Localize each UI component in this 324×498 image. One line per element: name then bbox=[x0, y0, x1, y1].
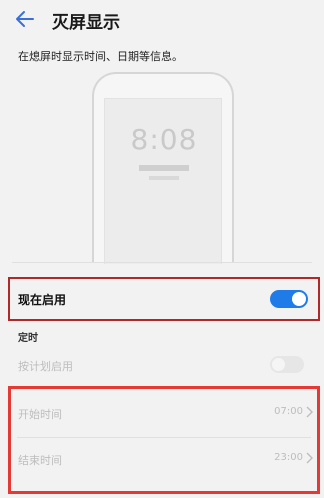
phone-screen: 8:08 bbox=[104, 98, 222, 264]
divider bbox=[17, 437, 311, 438]
start-time-label: 开始时间 bbox=[18, 408, 62, 421]
toggle-knob bbox=[292, 292, 306, 306]
chevron-right-icon bbox=[306, 452, 313, 464]
schedule-enable-toggle[interactable] bbox=[270, 356, 304, 373]
start-time-value: 07:00 bbox=[274, 406, 303, 417]
end-time-row[interactable]: 结束时间 23:00 bbox=[11, 439, 317, 479]
schedule-section-label: 定时 bbox=[18, 333, 38, 344]
now-enabled-toggle[interactable] bbox=[270, 290, 308, 308]
toggle-knob bbox=[272, 358, 285, 371]
app-header: 灭屏显示 bbox=[0, 0, 324, 38]
phone-preview: 8:08 bbox=[92, 72, 234, 264]
preview-info-placeholder bbox=[149, 176, 179, 180]
end-time-value: 23:00 bbox=[274, 452, 303, 463]
preview-clock: 8:08 bbox=[130, 123, 198, 156]
end-time-label: 结束时间 bbox=[18, 454, 62, 467]
back-button[interactable] bbox=[14, 8, 36, 30]
now-enabled-label: 现在启用 bbox=[18, 293, 67, 307]
description-text: 在熄屏时显示时间、日期等信息。 bbox=[18, 50, 183, 63]
schedule-time-group: 开始时间 07:00 结束时间 23:00 bbox=[8, 386, 320, 494]
arrow-left-icon bbox=[16, 11, 34, 27]
chevron-right-icon bbox=[306, 406, 313, 418]
preview-date-placeholder bbox=[139, 165, 189, 171]
page-title: 灭屏显示 bbox=[52, 13, 120, 33]
divider bbox=[12, 262, 312, 263]
schedule-enable-label: 按计划启用 bbox=[18, 360, 73, 373]
start-time-row[interactable]: 开始时间 07:00 bbox=[11, 393, 317, 433]
now-enabled-row[interactable]: 现在启用 bbox=[8, 277, 320, 321]
